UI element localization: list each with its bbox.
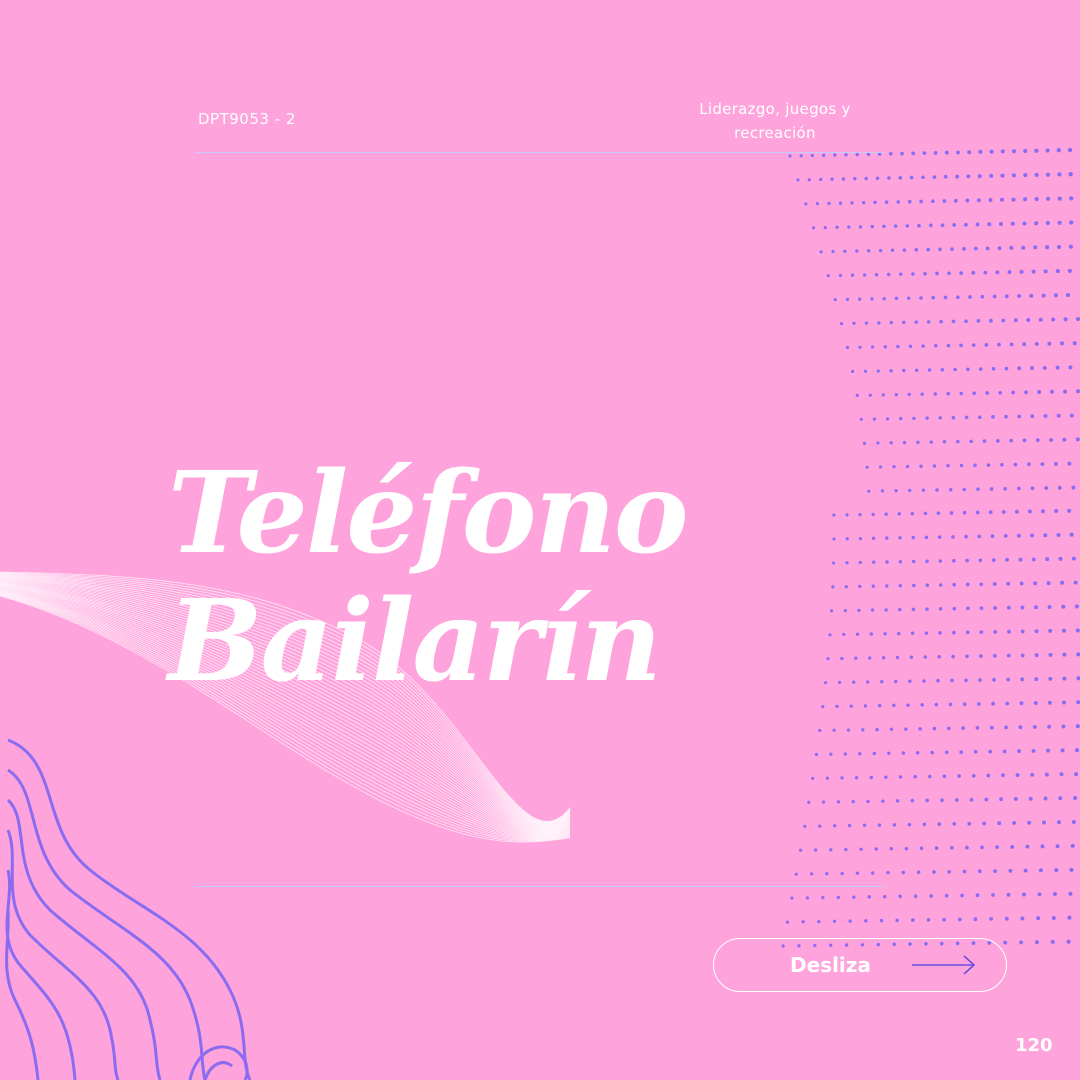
course-name: Liderazgo, juegos y recreación xyxy=(660,97,890,145)
course-name-line-2: recreación xyxy=(734,124,816,142)
title-line-1: Teléfono xyxy=(168,448,689,579)
purple-contour-lines xyxy=(5,738,252,1080)
course-code: DPT9053 - 2 xyxy=(198,110,296,128)
top-divider xyxy=(195,152,885,153)
bottom-divider xyxy=(195,886,885,887)
title-line-2: Bailarín xyxy=(168,576,662,707)
page-title: Teléfono Bailarín xyxy=(168,450,928,706)
page-number: 120 xyxy=(1015,1035,1053,1056)
arrow-right-icon xyxy=(912,955,976,975)
swipe-button[interactable]: Desliza xyxy=(713,938,1007,992)
course-name-line-1: Liderazgo, juegos y xyxy=(699,100,851,118)
swipe-button-label: Desliza xyxy=(790,953,871,977)
